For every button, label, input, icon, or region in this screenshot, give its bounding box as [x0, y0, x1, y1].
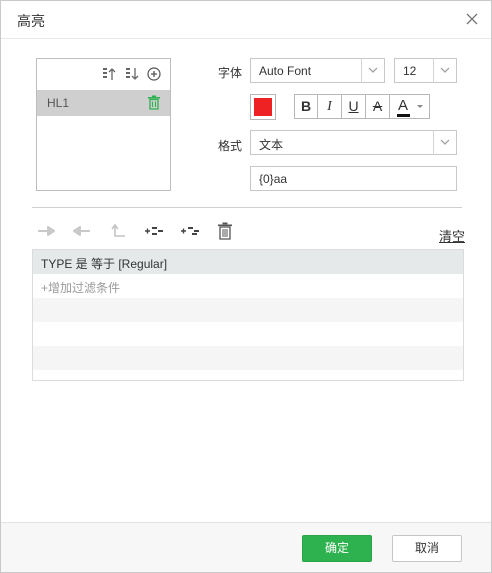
- add-circle-icon[interactable]: [146, 66, 162, 82]
- filter-condition-row[interactable]: TYPE 是 等于 [Regular]: [33, 250, 463, 274]
- table-row: [33, 322, 463, 346]
- trash-icon[interactable]: [147, 95, 161, 110]
- text-color-button[interactable]: A: [390, 94, 430, 119]
- insert-condition-below-icon[interactable]: [180, 222, 200, 240]
- strikethrough-button[interactable]: A: [366, 94, 390, 119]
- format-pattern-input[interactable]: [251, 167, 456, 190]
- section-divider: [32, 207, 462, 208]
- highlight-list-toolbar: [37, 59, 170, 89]
- font-size-select[interactable]: 12: [394, 58, 457, 83]
- highlight-dialog: 高亮 HL1 字体 Auto Font 12 B I U A A 格式 文本 {…: [0, 0, 492, 573]
- format-label: 格式: [218, 139, 243, 153]
- table-row: [33, 370, 463, 380]
- caret-down-icon: [416, 97, 424, 122]
- dialog-title: 高亮: [17, 13, 45, 29]
- close-icon[interactable]: [463, 10, 481, 28]
- italic-button[interactable]: I: [318, 94, 342, 119]
- background-color-picker[interactable]: [250, 94, 276, 120]
- add-filter-row[interactable]: +增加过滤条件: [33, 274, 463, 298]
- table-row: [33, 298, 463, 322]
- add-filter-condition-link[interactable]: +增加过滤条件: [41, 279, 120, 296]
- color-swatch-fill: [254, 98, 272, 116]
- move-up-icon[interactable]: [101, 66, 117, 82]
- chevron-down-icon[interactable]: [433, 131, 456, 154]
- format-pattern-field[interactable]: [250, 166, 457, 191]
- dialog-footer: 确定 取消: [1, 522, 491, 572]
- clear-filter-link[interactable]: 清空: [439, 226, 465, 245]
- dialog-titlebar: 高亮: [1, 1, 491, 39]
- text-color-bar: [397, 114, 410, 117]
- bold-button[interactable]: B: [294, 94, 318, 119]
- chevron-down-icon[interactable]: [433, 59, 456, 82]
- ok-button[interactable]: 确定: [302, 535, 372, 562]
- move-down-icon[interactable]: [124, 66, 140, 82]
- format-type-select[interactable]: 文本: [250, 130, 457, 155]
- underline-button[interactable]: U: [342, 94, 366, 119]
- font-family-select[interactable]: Auto Font: [250, 58, 385, 83]
- font-family-value: Auto Font: [259, 64, 312, 78]
- insert-condition-above-icon[interactable]: [144, 222, 164, 240]
- arrow-right-icon[interactable]: [36, 222, 56, 240]
- table-row: [33, 346, 463, 370]
- filter-condition-text: TYPE 是 等于 [Regular]: [41, 257, 168, 271]
- filter-condition-table: TYPE 是 等于 [Regular] +增加过滤条件: [32, 249, 464, 381]
- cancel-button[interactable]: 取消: [392, 535, 462, 562]
- arrow-left-icon[interactable]: [72, 222, 92, 240]
- format-type-value: 文本: [259, 138, 284, 152]
- highlight-item[interactable]: HL1: [37, 90, 170, 116]
- font-size-value: 12: [403, 64, 417, 78]
- indent-return-icon[interactable]: [108, 222, 128, 240]
- font-label: 字体: [218, 66, 243, 80]
- trash-icon[interactable]: [217, 222, 233, 240]
- chevron-down-icon[interactable]: [361, 59, 384, 82]
- highlight-list: HL1: [36, 58, 171, 191]
- highlight-item-label: HL1: [47, 96, 70, 110]
